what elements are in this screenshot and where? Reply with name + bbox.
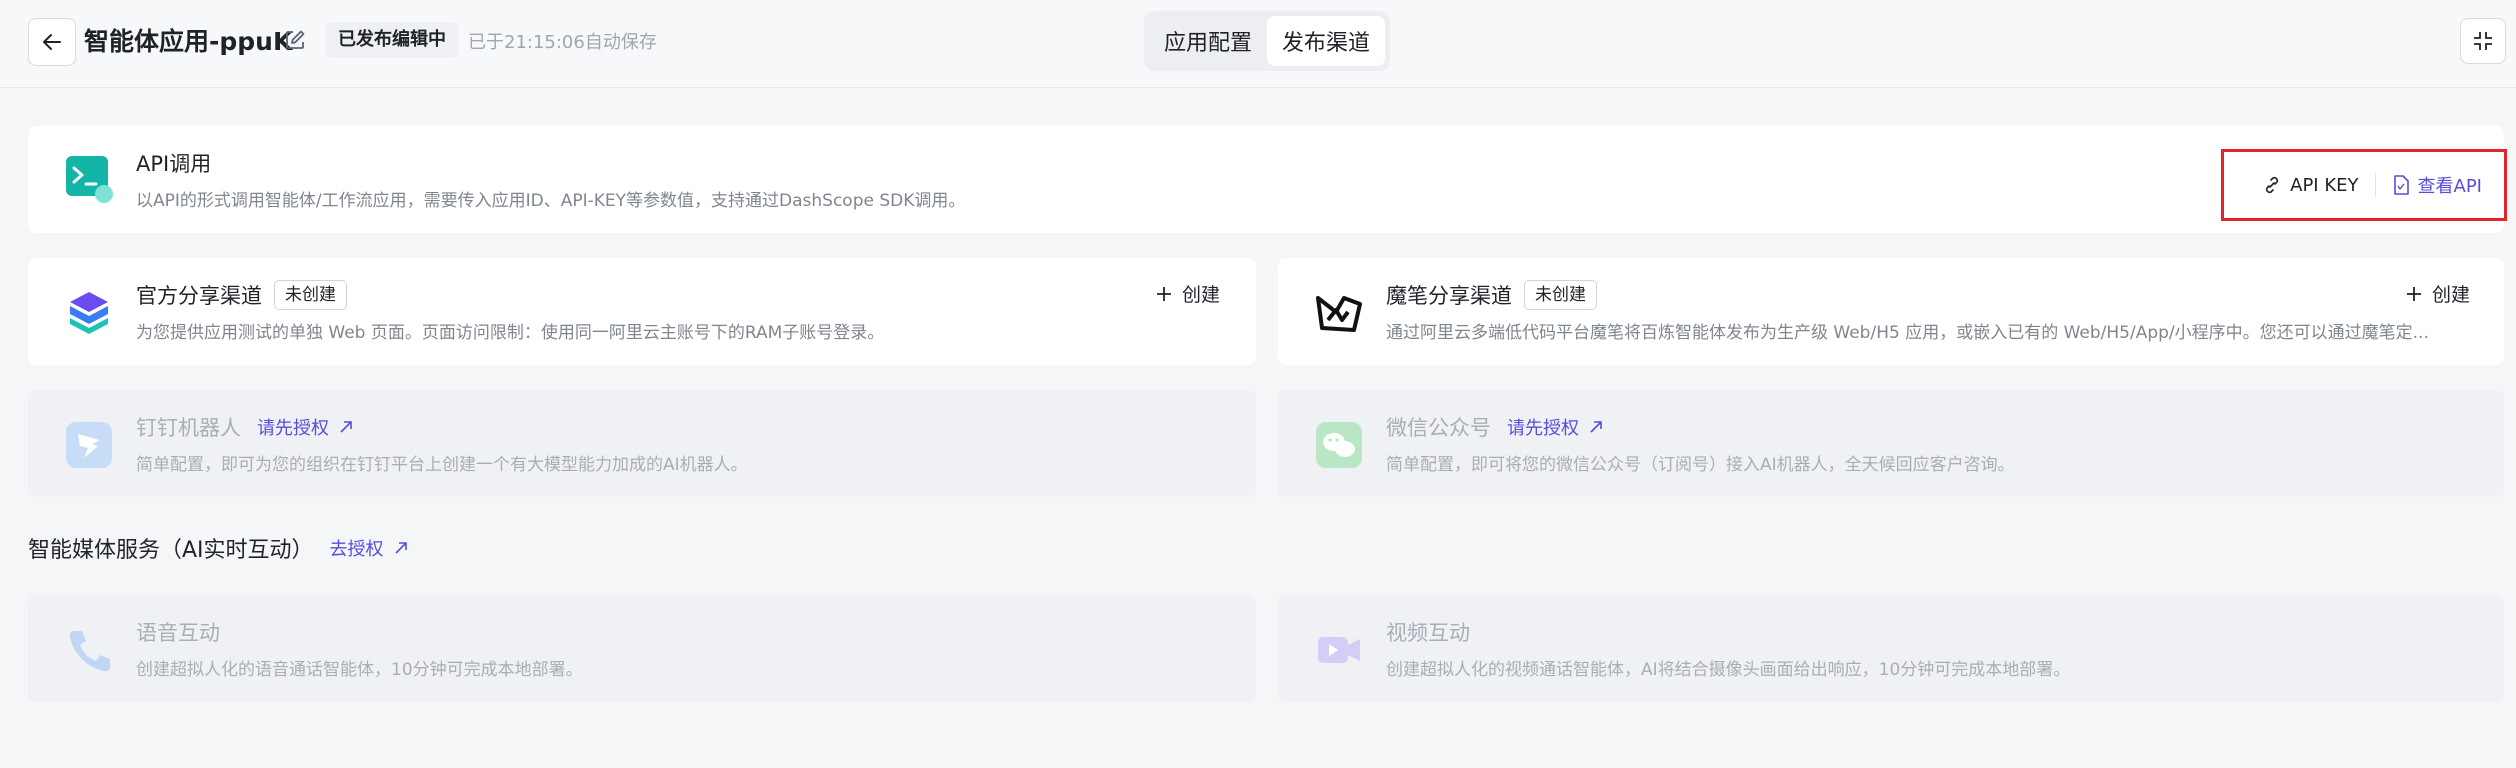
- wechat-description: 简单配置，即可将您的微信公众号（订阅号）接入AI机器人，全天候回应客户咨询。: [1386, 455, 2015, 475]
- voice-interaction-title: 语音互动: [136, 617, 220, 647]
- tab-app-config[interactable]: 应用配置: [1149, 16, 1267, 66]
- official-share-logo-icon: [70, 292, 108, 334]
- dingtalk-icon: [66, 422, 112, 468]
- video-interaction-card: 视频互动 创建超拟人化的视频通话智能体，AI将结合摄像头画面给出响应，10分钟可…: [1278, 595, 2504, 702]
- external-arrow-icon: [340, 421, 352, 433]
- wechat-title-text: 微信公众号: [1386, 416, 1491, 440]
- video-interaction-description: 创建超拟人化的视频通话智能体，AI将结合摄像头画面给出响应，10分钟可完成本地部…: [1386, 660, 2071, 680]
- dingtalk-bot-card: 钉钉机器人 请先授权 简单配置，即可为您的组织在钉钉平台上创建一个有大模型能力加…: [28, 390, 1256, 497]
- view-api-label: 查看API: [2417, 176, 2482, 197]
- dingtalk-title-text: 钉钉机器人: [136, 416, 241, 440]
- phone-icon: [69, 631, 110, 672]
- wechat-title: 微信公众号 请先授权: [1386, 412, 1603, 442]
- divider: [2374, 173, 2376, 197]
- api-call-description: 以API的形式调用智能体/工作流应用，需要传入应用ID、API-KEY等参数值，…: [136, 191, 966, 211]
- view-api-button[interactable]: 查看API: [2392, 172, 2482, 198]
- back-button[interactable]: [28, 18, 76, 66]
- official-share-create-button[interactable]: 创建: [1156, 280, 1220, 307]
- edit-icon[interactable]: [284, 29, 306, 51]
- external-arrow-icon: [1590, 421, 1602, 433]
- create-label: 创建: [2432, 284, 2471, 306]
- media-service-authorize-link[interactable]: 去授权: [330, 535, 408, 561]
- official-share-description: 为您提供应用测试的单独 Web 页面。页面访问限制：使用同一阿里云主账号下的RA…: [136, 323, 885, 343]
- api-key-button[interactable]: API KEY: [2262, 174, 2359, 196]
- voice-interaction-description: 创建超拟人化的语音通话智能体，10分钟可完成本地部署。: [136, 660, 583, 680]
- authorize-label: 请先授权: [257, 418, 329, 439]
- mode-tabs: 应用配置 发布渠道: [1144, 11, 1390, 71]
- official-share-title-text: 官方分享渠道: [136, 284, 262, 308]
- arrow-left-icon: [43, 34, 61, 50]
- plus-icon: [2407, 286, 2421, 301]
- terminal-icon: [66, 156, 113, 203]
- mobi-share-card: 魔笔分享渠道 未创建 创建 通过阿里云多端低代码平台魔笔将百炼智能体发布为生产级…: [1278, 258, 2504, 365]
- video-camera-icon: [1318, 637, 1360, 663]
- voice-interaction-card: 语音互动 创建超拟人化的语音通话智能体，10分钟可完成本地部署。: [28, 595, 1256, 702]
- api-actions-highlight: API KEY 查看API: [2221, 149, 2507, 221]
- tab-publish-channels[interactable]: 发布渠道: [1267, 16, 1385, 66]
- top-header: 智能体应用-ppuK 已发布编辑中 已于21:15:06自动保存 应用配置 发布…: [0, 0, 2516, 88]
- mobi-share-create-button[interactable]: 创建: [2406, 280, 2470, 307]
- api-call-card: API调用 以API的形式调用智能体/工作流应用，需要传入应用ID、API-KE…: [28, 126, 2504, 233]
- app-title: 智能体应用-ppuK: [84, 27, 293, 56]
- authorize-label: 去授权: [329, 539, 384, 560]
- dingtalk-description: 简单配置，即可为您的组织在钉钉平台上创建一个有大模型能力加成的AI机器人。: [136, 455, 748, 475]
- authorize-label: 请先授权: [1507, 418, 1579, 439]
- autosave-status: 已于21:15:06自动保存: [468, 32, 657, 53]
- mobi-share-description: 通过阿里云多端低代码平台魔笔将百炼智能体发布为生产级 Web/H5 应用，或嵌入…: [1386, 323, 2429, 343]
- mobi-logo-icon: [1316, 296, 1362, 332]
- official-share-title: 官方分享渠道 未创建: [136, 280, 347, 310]
- dingtalk-title: 钉钉机器人 请先授权: [136, 412, 353, 442]
- create-label: 创建: [1182, 284, 1221, 306]
- collapse-icon: [2474, 32, 2492, 50]
- link-icon: [2266, 176, 2279, 194]
- video-interaction-title-text: 视频互动: [1386, 621, 1470, 645]
- dingtalk-authorize-link[interactable]: 请先授权: [257, 414, 353, 440]
- external-arrow-icon: [394, 542, 407, 554]
- video-interaction-title: 视频互动: [1386, 617, 1470, 647]
- publish-status-badge: 已发布编辑中: [326, 22, 458, 58]
- wechat-authorize-link[interactable]: 请先授权: [1507, 414, 1603, 440]
- media-service-section-title: 智能媒体服务（AI实时互动） 去授权: [28, 532, 408, 564]
- media-service-title-text: 智能媒体服务（AI实时互动）: [28, 538, 314, 563]
- collapse-button[interactable]: [2460, 18, 2506, 64]
- voice-interaction-title-text: 语音互动: [136, 621, 220, 645]
- api-key-label: API KEY: [2290, 174, 2359, 196]
- uncreated-badge: 未创建: [1524, 280, 1597, 310]
- mobi-share-title-text: 魔笔分享渠道: [1386, 284, 1512, 308]
- plus-icon: [1157, 286, 1171, 301]
- api-call-title: API调用: [136, 148, 211, 178]
- document-icon: [2393, 175, 2409, 195]
- wechat-icon: [1316, 422, 1362, 468]
- uncreated-badge: 未创建: [274, 280, 347, 310]
- api-call-title-text: API调用: [136, 152, 212, 176]
- official-share-card: 官方分享渠道 未创建 创建 为您提供应用测试的单独 Web 页面。页面访问限制：…: [28, 258, 1256, 365]
- wechat-official-account-card: 微信公众号 请先授权 简单配置，即可将您的微信公众号（订阅号）接入AI机器人，全…: [1278, 390, 2504, 497]
- mobi-share-title: 魔笔分享渠道 未创建: [1386, 280, 1597, 310]
